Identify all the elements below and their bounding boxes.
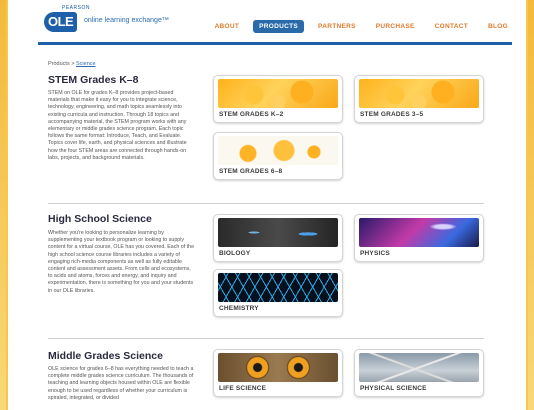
- card-label: PHYSICS: [360, 250, 390, 257]
- card-label: LIFE SCIENCE: [219, 385, 267, 392]
- nav-contact[interactable]: CONTACT: [429, 20, 474, 33]
- card-physics[interactable]: PHYSICS: [354, 214, 484, 262]
- breadcrumb-science[interactable]: Science: [76, 61, 96, 67]
- site-header: PEARSON OLE online learning exchange™ AB…: [8, 0, 526, 42]
- card-stem-68[interactable]: STEM GRADES 6–8: [213, 132, 343, 180]
- nav-partners[interactable]: PARTNERS: [312, 20, 362, 33]
- section-title-middle-grades: Middle Grades Science: [48, 350, 163, 362]
- section-divider: [48, 338, 484, 339]
- card-image-chemistry: [218, 273, 338, 302]
- card-image-gears: [359, 79, 479, 108]
- card-label: PHYSICAL SCIENCE: [360, 385, 427, 392]
- page-frame-right: [528, 0, 534, 410]
- card-life-science[interactable]: LIFE SCIENCE: [213, 349, 343, 397]
- card-stem-35[interactable]: STEM GRADES 3–5: [354, 75, 484, 123]
- nav-blog[interactable]: BLOG: [482, 20, 514, 33]
- card-physical-science[interactable]: PHYSICAL SCIENCE: [354, 349, 484, 397]
- card-image-gears: [218, 136, 338, 165]
- section-title-high-school: High School Science: [48, 213, 152, 225]
- section-title-stem: STEM Grades K–8: [48, 74, 139, 86]
- section-divider: [48, 203, 484, 204]
- card-image-biology: [218, 218, 338, 247]
- breadcrumb-separator: >: [71, 61, 75, 67]
- section-desc-high-school: Whether you're looking to personalize le…: [48, 230, 195, 294]
- logo-publisher: PEARSON: [62, 5, 90, 11]
- section-desc-middle-grades: OLE science for grades 6–8 has everythin…: [48, 366, 194, 401]
- card-image-wind-turbine: [359, 353, 479, 382]
- card-label: CHEMISTRY: [219, 305, 259, 312]
- card-image-gears: [218, 79, 338, 108]
- section-desc-stem: STEM on OLE for grades K–8 provides proj…: [48, 90, 187, 161]
- card-label: STEM GRADES 3–5: [360, 111, 424, 118]
- card-chemistry[interactable]: CHEMISTRY: [213, 269, 343, 317]
- card-stem-k2[interactable]: STEM GRADES K–2: [213, 75, 343, 123]
- nav-about[interactable]: ABOUT: [209, 20, 246, 33]
- card-image-physics: [359, 218, 479, 247]
- nav-purchase[interactable]: PURCHASE: [370, 20, 421, 33]
- main-nav: ABOUT PRODUCTS PARTNERS PURCHASE CONTACT…: [201, 20, 514, 33]
- card-label: STEM GRADES 6–8: [219, 168, 283, 175]
- card-label: BIOLOGY: [219, 250, 251, 257]
- breadcrumb: Products > Science: [48, 61, 96, 67]
- card-image-owl: [218, 353, 338, 382]
- breadcrumb-products[interactable]: Products: [48, 61, 70, 67]
- logo-mark: OLE: [44, 12, 78, 32]
- page-frame-left: [0, 0, 6, 410]
- card-label: STEM GRADES K–2: [219, 111, 284, 118]
- page: PEARSON OLE online learning exchange™ AB…: [8, 0, 526, 410]
- header-divider: [38, 42, 512, 45]
- nav-products[interactable]: PRODUCTS: [253, 20, 305, 33]
- card-biology[interactable]: BIOLOGY: [213, 214, 343, 262]
- logo-tagline: online learning exchange™: [84, 17, 169, 24]
